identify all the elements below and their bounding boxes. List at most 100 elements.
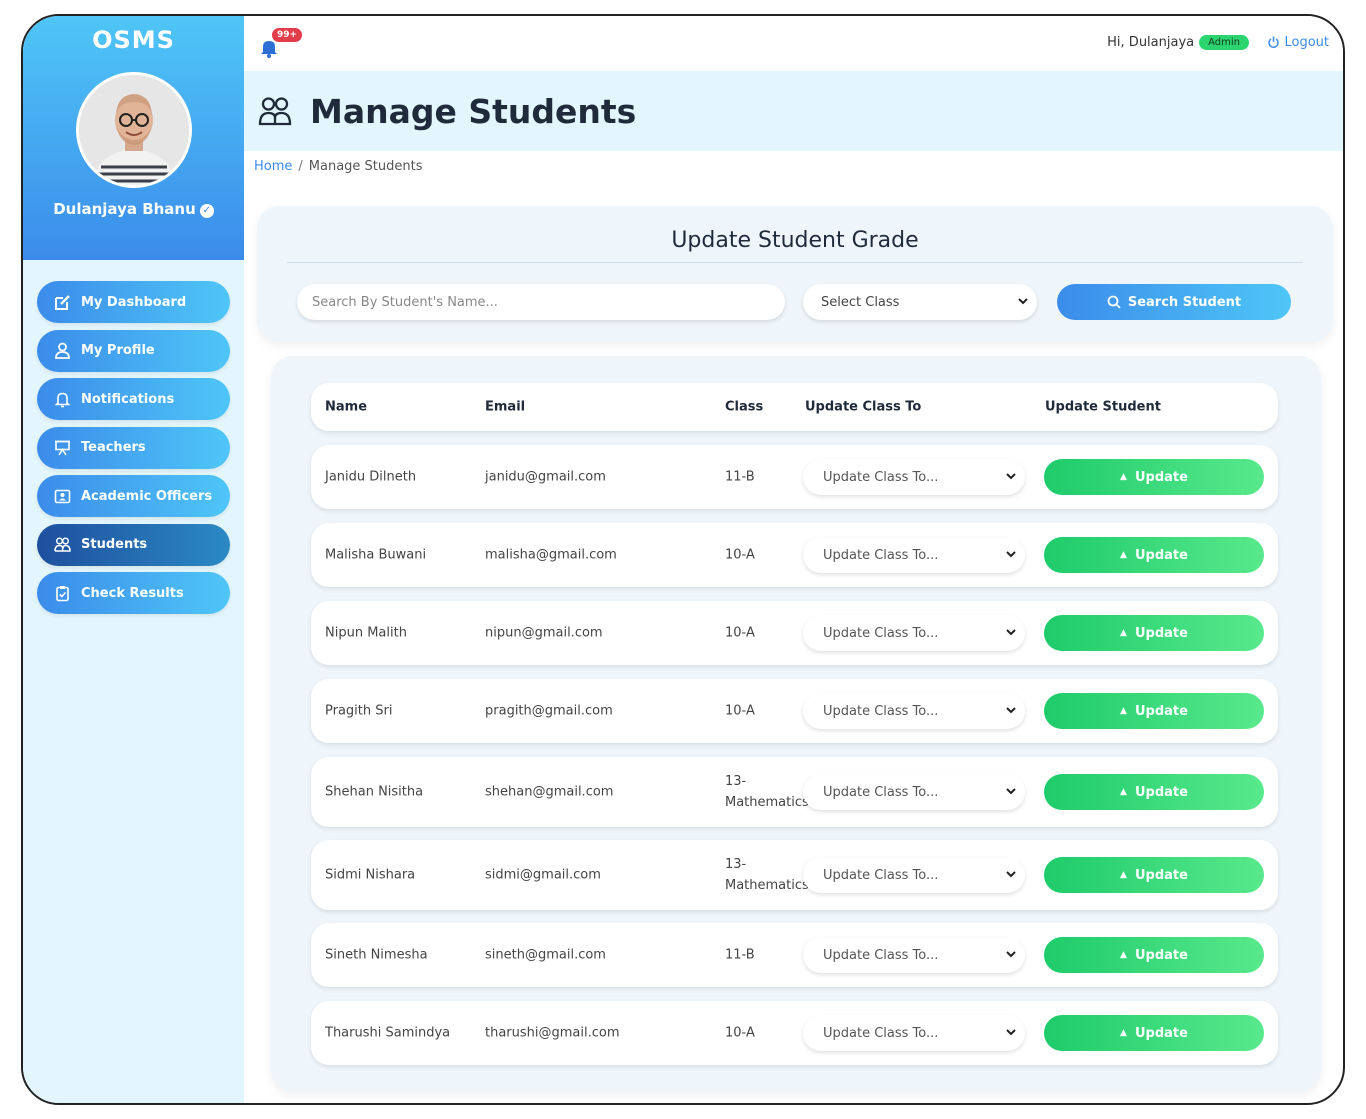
- page-title: Manage Students: [310, 91, 637, 131]
- users-icon: [258, 96, 292, 126]
- sidebar-item-check-results[interactable]: Check Results: [37, 572, 230, 614]
- update-button[interactable]: ▲ Update: [1044, 615, 1264, 651]
- student-email: tharushi@gmail.com: [485, 1025, 620, 1041]
- update-class-select-value: Update Class To...: [823, 784, 939, 800]
- sidebar-item-teachers[interactable]: Teachers: [37, 426, 230, 469]
- chevron-down-icon: [1017, 295, 1029, 311]
- student-email: nipun@gmail.com: [485, 625, 603, 641]
- notification-bell-icon[interactable]: [260, 38, 278, 62]
- caret-up-icon: ▲: [1120, 950, 1127, 960]
- update-button[interactable]: ▲ Update: [1044, 693, 1264, 729]
- update-class-select[interactable]: Update Class To...: [803, 459, 1025, 495]
- student-class: 13-Mathematics: [725, 774, 809, 810]
- search-input[interactable]: [297, 284, 785, 320]
- sidebar-item-label: My Profile: [81, 343, 155, 358]
- update-class-select-value: Update Class To...: [823, 1025, 939, 1041]
- update-class-select[interactable]: Update Class To...: [803, 857, 1025, 893]
- column-header-name: Name: [325, 399, 368, 415]
- update-class-select[interactable]: Update Class To...: [803, 1015, 1025, 1051]
- sidebar-item-label: Students: [81, 537, 148, 552]
- breadcrumb-home-link[interactable]: Home: [254, 159, 292, 174]
- update-class-select-value: Update Class To...: [823, 867, 939, 883]
- sidebar-item-label: Notifications: [81, 391, 175, 407]
- table-row: Sineth Nimesha sineth@gmail.com 11-B Upd…: [311, 923, 1278, 987]
- table-row: Malisha Buwani malisha@gmail.com 10-A Up…: [311, 523, 1278, 587]
- update-class-select-value: Update Class To...: [823, 547, 939, 563]
- sidebar-header: OSMS Dulanjaya Bhanu ✓: [23, 16, 244, 260]
- update-class-select[interactable]: Update Class To...: [803, 937, 1025, 973]
- update-button-label: Update: [1134, 947, 1188, 963]
- logout-link[interactable]: Logout: [1267, 35, 1329, 50]
- user-greeting: Hi, Dulanjaya Admin: [1107, 35, 1249, 50]
- update-button[interactable]: ▲ Update: [1044, 459, 1264, 495]
- table-row: Sidmi Nishara sidmi@gmail.com 13-Mathema…: [311, 840, 1278, 910]
- id-card-icon: [53, 487, 71, 505]
- student-email: sineth@gmail.com: [485, 947, 606, 963]
- breadcrumb: Home / Manage Students: [254, 159, 423, 174]
- caret-up-icon: ▲: [1120, 787, 1127, 797]
- update-button-label: Update: [1134, 625, 1188, 641]
- caret-up-icon: ▲: [1120, 628, 1127, 638]
- student-email: malisha@gmail.com: [485, 547, 617, 563]
- sidebar-nav: My Dashboard My Profile Notifications Te…: [37, 281, 230, 621]
- chevron-down-icon: [1005, 868, 1017, 884]
- users-icon: [53, 536, 71, 554]
- student-name: Sidmi Nishara: [325, 867, 416, 883]
- student-name: Nipun Malith: [325, 625, 407, 641]
- class-select[interactable]: Select Class: [803, 284, 1037, 320]
- student-email: pragith@gmail.com: [485, 703, 613, 719]
- update-button-label: Update: [1134, 867, 1188, 883]
- sidebar-item-students[interactable]: Students: [37, 523, 230, 566]
- update-button-label: Update: [1134, 784, 1188, 800]
- update-button-label: Update: [1134, 1025, 1188, 1041]
- greeting-text: Hi, Dulanjaya: [1107, 35, 1195, 50]
- user-display-name: Dulanjaya Bhanu ✓: [23, 200, 244, 218]
- update-class-select[interactable]: Update Class To...: [803, 774, 1025, 810]
- sidebar-item-notifications[interactable]: Notifications: [37, 378, 230, 420]
- caret-up-icon: ▲: [1120, 870, 1127, 880]
- update-button[interactable]: ▲ Update: [1044, 857, 1264, 893]
- table-row: Pragith Sri pragith@gmail.com 10-A Updat…: [311, 679, 1278, 743]
- student-email: shehan@gmail.com: [485, 784, 614, 800]
- search-button-label: Search Student: [1127, 294, 1242, 310]
- student-class: 10-A: [725, 625, 755, 641]
- sidebar-item-academic-officers[interactable]: Academic Officers: [37, 475, 230, 517]
- app-logo[interactable]: OSMS: [23, 26, 244, 54]
- update-button[interactable]: ▲ Update: [1044, 937, 1264, 973]
- update-class-select[interactable]: Update Class To...: [803, 693, 1025, 729]
- page-header: Manage Students: [244, 71, 1343, 151]
- table-row: Tharushi Samindya tharushi@gmail.com 10-…: [311, 1001, 1278, 1065]
- presentation-icon: [53, 439, 71, 457]
- avatar[interactable]: [76, 72, 192, 188]
- update-button-label: Update: [1134, 703, 1188, 719]
- update-button[interactable]: ▲ Update: [1044, 1015, 1264, 1051]
- user-icon: [53, 342, 71, 360]
- search-student-button[interactable]: Search Student: [1057, 284, 1291, 320]
- update-class-select-value: Update Class To...: [823, 947, 939, 963]
- notification-count-badge: 99+: [272, 28, 303, 42]
- clipboard-check-icon: [53, 584, 71, 602]
- verified-icon: ✓: [199, 204, 214, 218]
- student-name: Tharushi Samindya: [325, 1025, 451, 1041]
- student-name: Shehan Nisitha: [325, 784, 424, 800]
- column-header-class: Class: [725, 399, 764, 415]
- sidebar-item-my-profile[interactable]: My Profile: [37, 329, 230, 372]
- update-button[interactable]: ▲ Update: [1044, 774, 1264, 810]
- student-class: 11-B: [725, 947, 755, 963]
- chevron-down-icon: [1005, 626, 1017, 642]
- update-button[interactable]: ▲ Update: [1044, 537, 1264, 573]
- student-class: 10-A: [725, 1025, 755, 1041]
- table-row: Nipun Malith nipun@gmail.com 10-A Update…: [311, 601, 1278, 665]
- caret-up-icon: ▲: [1120, 1028, 1127, 1038]
- column-header-update-student: Update Student: [1045, 399, 1161, 415]
- sidebar-item-my-dashboard[interactable]: My Dashboard: [37, 281, 230, 323]
- bell-icon: [53, 390, 71, 408]
- edit-icon: [53, 293, 71, 311]
- update-class-select[interactable]: Update Class To...: [803, 615, 1025, 651]
- update-class-select[interactable]: Update Class To...: [803, 537, 1025, 573]
- breadcrumb-current: Manage Students: [308, 159, 423, 174]
- student-name: Pragith Sri: [325, 703, 393, 719]
- update-class-select-value: Update Class To...: [823, 625, 939, 641]
- chevron-down-icon: [1005, 785, 1017, 801]
- student-email: janidu@gmail.com: [485, 469, 606, 485]
